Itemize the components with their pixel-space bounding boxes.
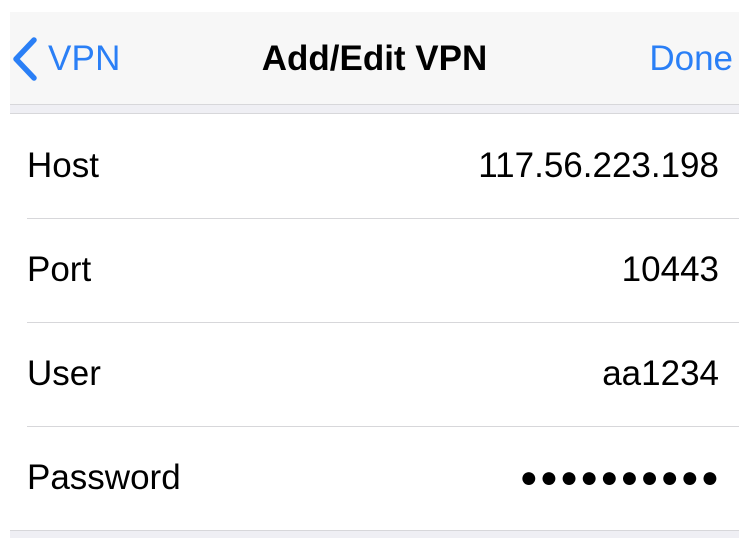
chevron-left-icon [12, 36, 38, 81]
host-field[interactable]: 117.56.223.198 [478, 146, 719, 186]
user-field[interactable]: aa1234 [602, 354, 719, 394]
port-row[interactable]: Port 10443 [10, 218, 739, 322]
port-label: Port [27, 250, 92, 289]
vpn-settings-screen: VPN Add/Edit VPN Done Host 117.56.223.19… [10, 12, 739, 538]
port-field[interactable]: 10443 [622, 250, 719, 290]
password-row[interactable]: Password ●●●●●●●●●● [10, 426, 739, 530]
navigation-bar: VPN Add/Edit VPN Done [10, 12, 739, 105]
user-row[interactable]: User aa1234 [10, 322, 739, 426]
back-button-label: VPN [48, 38, 121, 78]
password-field[interactable]: ●●●●●●●●●● [520, 461, 721, 495]
host-label: Host [27, 146, 99, 185]
done-button[interactable]: Done [649, 12, 733, 105]
password-label: Password [27, 458, 181, 497]
user-label: User [27, 354, 101, 393]
host-row[interactable]: Host 117.56.223.198 [10, 114, 739, 218]
back-button[interactable]: VPN [10, 12, 121, 105]
vpn-fields-group: Host 117.56.223.198 Port 10443 User aa12… [10, 113, 739, 531]
